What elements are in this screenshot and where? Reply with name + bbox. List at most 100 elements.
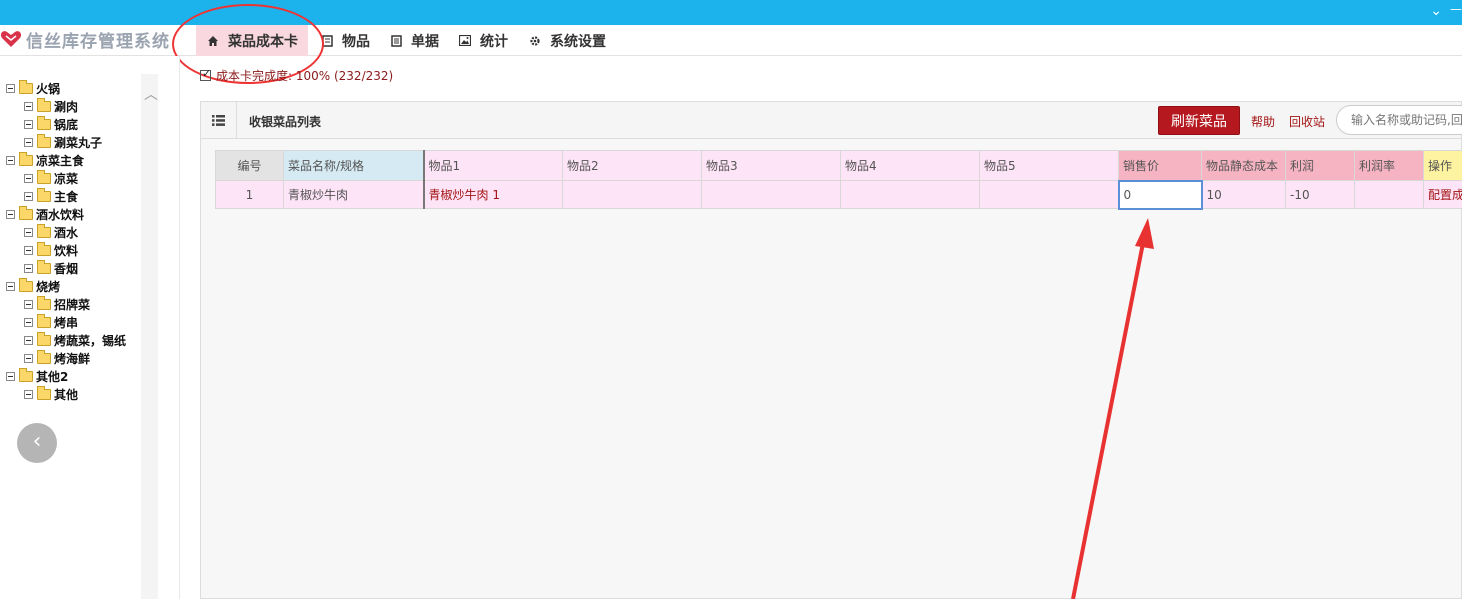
tree-node[interactable]: 锅底	[6, 115, 126, 133]
progress-text: 成本卡完成度: 100% (232/232)	[216, 69, 394, 83]
tree-node[interactable]: 香烟	[6, 259, 126, 277]
cell-item5[interactable]	[979, 180, 1119, 209]
folder-icon	[37, 241, 51, 256]
collapse-icon[interactable]	[6, 281, 15, 291]
folder-icon	[37, 385, 51, 400]
tree-node-label: 酒水饮料	[36, 207, 85, 222]
tab-items[interactable]: 物品	[320, 25, 370, 56]
column-header-action: 操作	[1423, 150, 1462, 181]
search-input[interactable]	[1336, 105, 1462, 135]
collapse-icon[interactable]	[24, 227, 33, 237]
tree-node[interactable]: 涮肉	[6, 97, 126, 115]
collapse-icon[interactable]	[24, 263, 33, 273]
collapse-icon[interactable]	[24, 173, 33, 183]
category-tree: 火锅 涮肉 锅底 涮菜丸子 凉菜主食 凉菜 主食 酒水饮料 酒水 饮料 香烟 烧…	[6, 79, 126, 403]
chevron-up-icon[interactable]: ︿	[144, 84, 158, 104]
tree-node[interactable]: 饮料	[6, 241, 126, 259]
table-header-row: 编号 菜品名称/规格 物品1 物品2 物品3 物品4 物品5 销售价 物品静态成…	[215, 150, 1462, 181]
collapse-icon[interactable]	[6, 371, 15, 381]
folder-icon	[37, 133, 51, 148]
chevron-down-icon[interactable]: ⌄	[1430, 3, 1442, 19]
tree-node[interactable]: 烤海鲜	[6, 349, 126, 367]
column-header-margin[interactable]: 利润率	[1354, 150, 1424, 181]
collapse-icon[interactable]	[6, 155, 15, 165]
folder-icon	[37, 223, 51, 238]
dish-cost-table: 编号 菜品名称/规格 物品1 物品2 物品3 物品4 物品5 销售价 物品静态成…	[215, 150, 1462, 210]
cell-item1[interactable]: 青椒炒牛肉 1	[423, 180, 563, 209]
table-row[interactable]: 1 青椒炒牛肉 青椒炒牛肉 1 0 10 -10 配置成	[215, 179, 1462, 210]
tree-node[interactable]: 酒水	[6, 223, 126, 241]
tree-node-drinks[interactable]: 酒水饮料	[6, 205, 126, 223]
column-header-item3[interactable]: 物品3	[701, 150, 841, 181]
folder-icon	[37, 349, 51, 364]
column-header-item2[interactable]: 物品2	[562, 150, 702, 181]
tab-documents[interactable]: 单据	[389, 25, 439, 56]
column-header-item4[interactable]: 物品4	[840, 150, 980, 181]
minimize-icon[interactable]: —	[1450, 2, 1462, 16]
column-header-price[interactable]: 销售价	[1118, 150, 1202, 181]
folder-icon	[19, 277, 33, 292]
category-sidebar: ︿ 火锅 涮肉 锅底 涮菜丸子 凉菜主食 凉菜 主食 酒水饮料 酒水 饮料 香烟…	[0, 56, 180, 599]
sidebar-scrollbar[interactable]: ︿	[141, 74, 158, 599]
app-logo: 信丝库存管理系统	[0, 27, 170, 52]
tree-node-label: 烧烤	[36, 279, 61, 294]
cell-item4[interactable]	[840, 180, 980, 209]
tab-statistics[interactable]: 统计	[458, 25, 508, 56]
cell-profit: -10	[1285, 180, 1355, 209]
cell-dish-name[interactable]: 青椒炒牛肉	[283, 180, 425, 209]
tree-node-label: 香烟	[54, 261, 79, 276]
heart-logo-icon	[0, 31, 22, 47]
column-header-name[interactable]: 菜品名称/规格	[283, 150, 425, 181]
refresh-dishes-button[interactable]: 刷新菜品	[1158, 106, 1240, 135]
collapse-icon[interactable]	[24, 119, 33, 129]
collapse-icon[interactable]	[6, 209, 15, 219]
tree-node-other[interactable]: 其他2	[6, 367, 126, 385]
column-header-item5[interactable]: 物品5	[979, 150, 1119, 181]
column-header-id[interactable]: 编号	[215, 150, 284, 181]
tree-node[interactable]: 其他	[6, 385, 126, 403]
folder-icon	[37, 295, 51, 310]
tab-system-settings[interactable]: 系统设置	[528, 25, 606, 56]
tree-node-bbq[interactable]: 烧烤	[6, 277, 126, 295]
recycle-bin-link[interactable]: 回收站	[1289, 113, 1325, 130]
collapse-icon[interactable]	[6, 83, 15, 93]
column-header-item1[interactable]: 物品1	[423, 150, 563, 181]
tree-node-hotpot[interactable]: 火锅	[6, 79, 126, 97]
collapse-icon[interactable]	[24, 245, 33, 255]
collapse-icon[interactable]	[24, 101, 33, 111]
tree-node-cold-dishes[interactable]: 凉菜主食	[6, 151, 126, 169]
cell-item3[interactable]	[701, 180, 841, 209]
collapse-icon[interactable]	[24, 299, 33, 309]
tree-node-label: 饮料	[54, 243, 79, 258]
folder-icon	[19, 151, 33, 166]
column-header-profit[interactable]: 利润	[1285, 150, 1355, 181]
tree-node[interactable]: 招牌菜	[6, 295, 126, 313]
tree-node[interactable]: 烤串	[6, 313, 126, 331]
tree-node[interactable]: 涮菜丸子	[6, 133, 126, 151]
folder-icon	[37, 169, 51, 184]
folder-icon	[19, 205, 33, 220]
collapse-icon[interactable]	[24, 389, 33, 399]
folder-icon	[37, 331, 51, 346]
collapse-icon[interactable]	[24, 335, 33, 345]
tree-node-label: 主食	[54, 189, 79, 204]
cell-sale-price-input[interactable]: 0	[1117, 179, 1203, 210]
tree-node[interactable]: 烤蔬菜，锡纸	[6, 331, 126, 349]
collapse-icon[interactable]	[24, 191, 33, 201]
folder-icon	[19, 367, 33, 382]
collapse-icon[interactable]	[24, 353, 33, 363]
collapse-icon[interactable]	[24, 317, 33, 327]
tab-label: 系统设置	[550, 33, 606, 50]
cell-item2[interactable]	[562, 180, 702, 209]
collapse-icon[interactable]	[24, 137, 33, 147]
tree-node-label: 烤海鲜	[54, 351, 91, 366]
back-button[interactable]: ‹	[17, 423, 57, 463]
list-icon	[201, 102, 237, 139]
column-header-static-cost[interactable]: 物品静态成本	[1201, 150, 1286, 181]
configure-cost-link[interactable]: 配置成	[1423, 180, 1462, 209]
tree-node[interactable]: 主食	[6, 187, 126, 205]
tree-node[interactable]: 凉菜	[6, 169, 126, 187]
tree-node-label: 烤串	[54, 315, 79, 330]
main-content: 成本卡完成度: 100% (232/232) 收银菜品列表 刷新菜品 帮助 回收…	[180, 56, 1462, 599]
help-link[interactable]: 帮助	[1251, 113, 1275, 130]
